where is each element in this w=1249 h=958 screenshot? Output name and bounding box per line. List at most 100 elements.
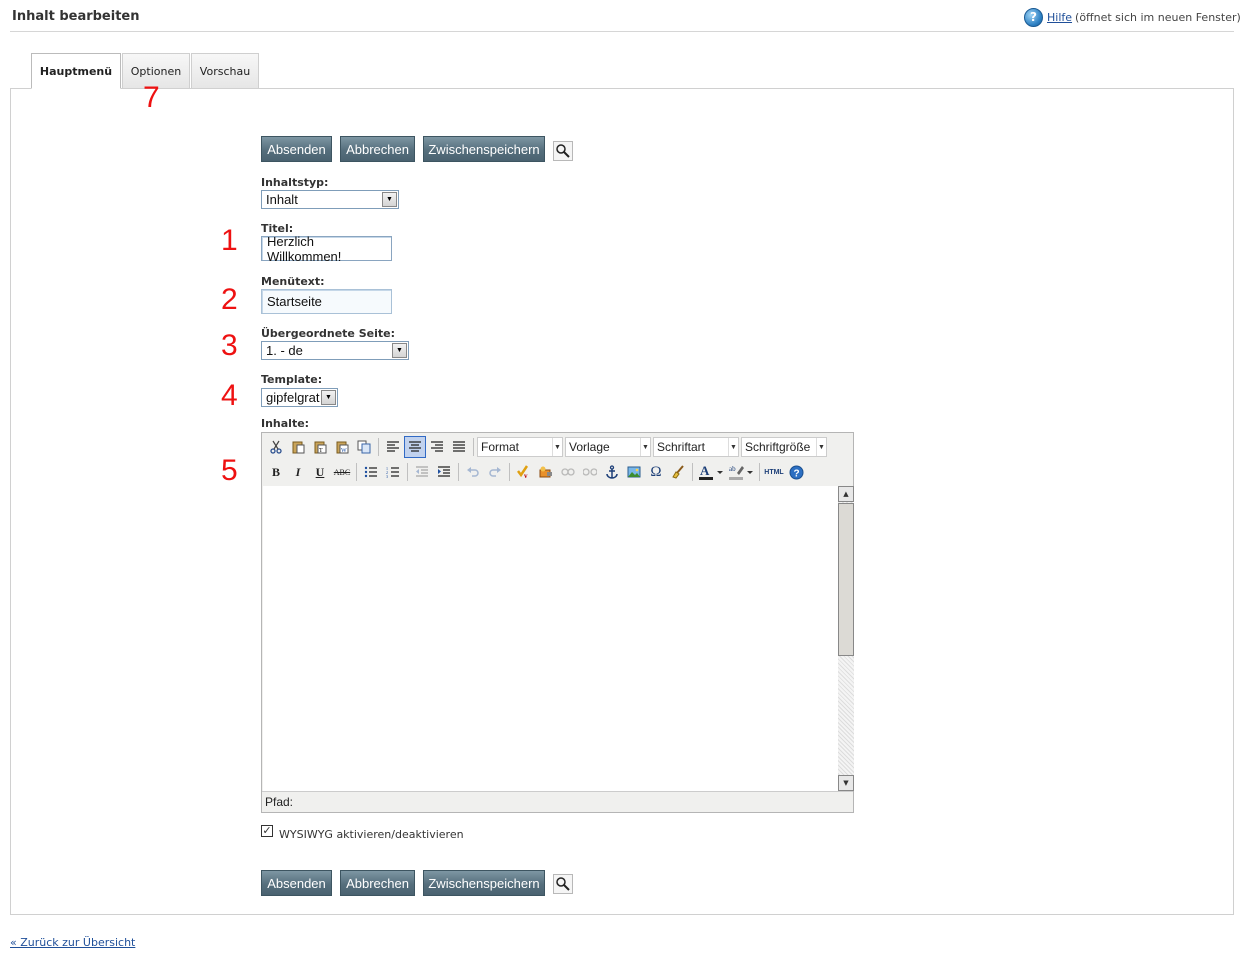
cut-icon[interactable]	[265, 436, 287, 458]
header-divider	[10, 31, 1234, 32]
parent-page-select[interactable]: 1. - de ▼	[261, 341, 409, 360]
toolbar-row-1: T W Format ▼ Vorlage ▼ Schriftart ▼ Schrift…	[265, 435, 827, 459]
cancel-button[interactable]: Abbrechen	[340, 136, 415, 162]
template-label: Template:	[261, 373, 323, 386]
paste-icon[interactable]	[287, 436, 309, 458]
indent-icon[interactable]	[433, 461, 455, 483]
svg-text:?: ?	[793, 468, 799, 479]
tab-preview[interactable]: Vorschau	[191, 53, 259, 88]
paste-word-icon[interactable]: W	[331, 436, 353, 458]
highlight-color-icon[interactable]: ab	[726, 461, 756, 483]
toolbar-row-2: B I U ABC 123 v Ω A ab HTML ?	[265, 460, 807, 484]
save-draft-button[interactable]: Zwischenspeichern	[423, 136, 545, 162]
content-type-value: Inhalt	[266, 192, 298, 207]
underline-icon[interactable]: U	[309, 461, 331, 483]
svg-text:T: T	[319, 448, 323, 454]
paste-text-icon[interactable]: T	[309, 436, 331, 458]
align-left-icon[interactable]	[382, 436, 404, 458]
annotation-number: 7	[143, 81, 160, 114]
chevron-down-icon: ▼	[321, 390, 336, 405]
font-size-dropdown[interactable]: Schriftgröße ▼	[741, 437, 827, 457]
chevron-down-icon: ▼	[816, 438, 826, 456]
scroll-up-icon[interactable]: ▲	[838, 486, 854, 502]
spellcheck-icon[interactable]: v	[513, 461, 535, 483]
insert-media-icon[interactable]	[535, 461, 557, 483]
scrollbar-thumb[interactable]	[838, 503, 854, 656]
bold-icon[interactable]: B	[265, 461, 287, 483]
strikethrough-icon[interactable]: ABC	[331, 461, 353, 483]
special-char-icon[interactable]: Ω	[645, 461, 667, 483]
image-icon[interactable]	[623, 461, 645, 483]
help-link[interactable]: Hilfe	[1047, 11, 1072, 24]
html-source-icon[interactable]: HTML	[763, 461, 785, 483]
tab-main-menu[interactable]: Hauptmenü	[31, 53, 121, 89]
content-type-label: Inhaltstyp:	[261, 176, 329, 189]
contents-label: Inhalte:	[261, 417, 310, 430]
scroll-down-icon[interactable]: ▼	[838, 775, 854, 791]
help-note: (öffnet sich im neuen Fenster)	[1075, 10, 1241, 24]
annotation-number: 5	[221, 454, 238, 487]
cleanup-icon[interactable]	[667, 461, 689, 483]
wysiwyg-label: WYSIWYG aktivieren/deaktivieren	[279, 828, 464, 841]
svg-text:A: A	[700, 464, 710, 478]
chevron-down-icon: ▼	[552, 438, 562, 456]
annotation-number: 1	[221, 224, 238, 257]
copy-icon[interactable]	[353, 436, 375, 458]
annotation-number: 4	[221, 379, 238, 412]
bullet-list-icon[interactable]	[360, 461, 382, 483]
link-icon[interactable]	[557, 461, 579, 483]
undo-icon[interactable]	[462, 461, 484, 483]
cancel-button-bottom[interactable]: Abbrechen	[340, 870, 415, 896]
svg-text:W: W	[341, 448, 347, 454]
template-value: gipfelgrat	[266, 390, 320, 405]
help-icon[interactable]: ?	[1024, 7, 1043, 27]
annotation-number: 2	[221, 283, 238, 316]
align-justify-icon[interactable]	[448, 436, 470, 458]
preview-magnifier-icon[interactable]	[553, 874, 573, 894]
back-to-overview-link[interactable]: « Zurück zur Übersicht	[10, 936, 135, 949]
rich-text-editor: T W Format ▼ Vorlage ▼ Schriftart ▼ Schrift…	[261, 432, 854, 813]
align-right-icon[interactable]	[426, 436, 448, 458]
anchor-icon[interactable]	[601, 461, 623, 483]
style-dropdown[interactable]: Vorlage ▼	[565, 437, 651, 457]
align-center-icon[interactable]	[404, 436, 426, 458]
content-type-select[interactable]: Inhalt ▼	[261, 190, 399, 209]
annotation-number: 3	[221, 329, 238, 362]
outdent-icon[interactable]	[411, 461, 433, 483]
template-select[interactable]: gipfelgrat ▼	[261, 388, 338, 407]
chevron-down-icon: ▼	[392, 343, 407, 358]
wysiwyg-checkbox[interactable]: ✓	[261, 825, 273, 837]
help-area: ? Hilfe (öffnet sich im neuen Fenster)	[1024, 7, 1241, 27]
editor-content-area[interactable]	[263, 486, 838, 791]
numbered-list-icon[interactable]: 123	[382, 461, 404, 483]
svg-text:ab: ab	[729, 465, 736, 473]
redo-icon[interactable]	[484, 461, 506, 483]
help-icon[interactable]: ?	[785, 461, 807, 483]
italic-icon[interactable]: I	[287, 461, 309, 483]
parent-page-label: Übergeordnete Seite:	[261, 327, 395, 340]
submit-button[interactable]: Absenden	[261, 136, 332, 162]
menu-text-field[interactable]: Startseite	[261, 289, 392, 314]
font-family-dropdown-label: Schriftart	[657, 440, 706, 454]
page-title: Inhalt bearbeiten	[12, 9, 140, 24]
editor-path-status: Pfad:	[262, 791, 853, 812]
parent-page-value: 1. - de	[266, 343, 303, 358]
chevron-down-icon: ▼	[728, 438, 738, 456]
style-dropdown-label: Vorlage	[569, 440, 610, 454]
submit-button-bottom[interactable]: Absenden	[261, 870, 332, 896]
chevron-down-icon: ▼	[640, 438, 650, 456]
format-dropdown-label: Format	[481, 440, 520, 454]
save-draft-button-bottom[interactable]: Zwischenspeichern	[423, 870, 545, 896]
title-field[interactable]: Herzlich Willkommen!	[261, 234, 392, 264]
text-color-icon[interactable]: A	[696, 461, 726, 483]
editor-scrollbar[interactable]: ▲ ▼	[838, 486, 854, 791]
format-dropdown[interactable]: Format ▼	[477, 437, 563, 457]
font-size-dropdown-label: Schriftgröße	[745, 440, 811, 454]
chevron-down-icon: ▼	[382, 192, 397, 207]
menu-text-label: Menütext:	[261, 275, 325, 288]
preview-magnifier-icon[interactable]	[553, 141, 573, 161]
svg-text:v: v	[524, 472, 528, 479]
font-family-dropdown[interactable]: Schriftart ▼	[653, 437, 739, 457]
svg-text:3: 3	[386, 474, 388, 478]
unlink-icon[interactable]	[579, 461, 601, 483]
